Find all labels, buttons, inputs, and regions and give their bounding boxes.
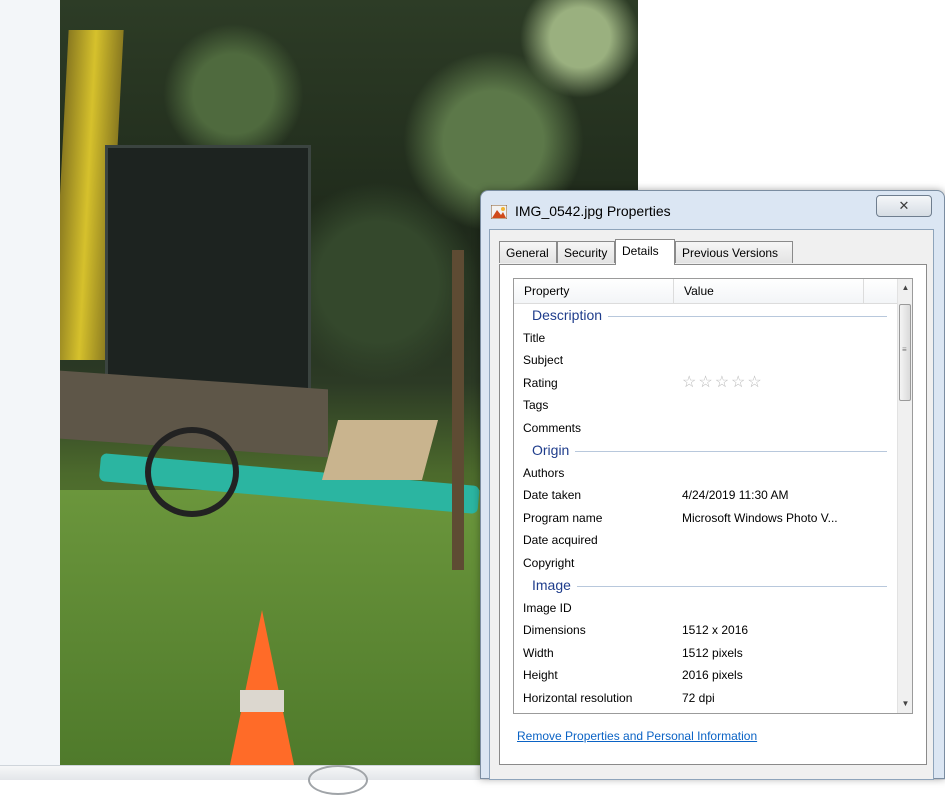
property-value: 4/24/2019 11:30 AM [682, 488, 789, 502]
property-name: Height [523, 668, 558, 682]
list-item[interactable]: Authors [514, 462, 897, 485]
list-item[interactable]: Subject [514, 349, 897, 372]
scroll-down-icon[interactable]: ▼ [898, 695, 912, 713]
property-name: Title [523, 330, 546, 345]
property-value: 1512 x 2016 [682, 623, 749, 637]
image-file-icon [491, 205, 507, 219]
tab-general[interactable]: General [499, 241, 557, 263]
property-name: Authors [523, 465, 565, 480]
list-item[interactable]: Program name Microsoft Windows Photo V..… [514, 507, 897, 530]
property-name: Date acquired [523, 533, 598, 547]
property-name: Dimensions [523, 623, 586, 637]
list-item[interactable]: Tags [514, 394, 897, 417]
property-value: 72 dpi [682, 690, 715, 705]
property-name: Subject [523, 353, 564, 367]
viewer-bottom-control[interactable] [308, 765, 368, 795]
list-header: Property Value [514, 279, 897, 304]
property-value: 1512 pixels [682, 645, 743, 660]
dialog-title: IMG_0542.jpg Properties [515, 203, 671, 219]
photo-excavator-cab [105, 145, 311, 391]
group-label: Image [532, 574, 577, 597]
rating-stars[interactable]: ☆☆☆☆☆ [682, 372, 764, 395]
tab-security[interactable]: Security [557, 241, 615, 263]
property-value: Microsoft Windows Photo V... [682, 510, 838, 525]
tab-details[interactable]: Details [615, 239, 675, 265]
property-name: Rating [523, 375, 558, 390]
group-label: Origin [532, 439, 576, 462]
group-divider [532, 586, 887, 587]
list-item[interactable]: Image ID [514, 597, 897, 620]
property-name: Image ID [523, 600, 572, 615]
group-description[interactable]: Description [514, 304, 897, 327]
photo-traffic-cone [230, 610, 294, 765]
list-item[interactable]: Date taken 4/24/2019 11:30 AM [514, 484, 897, 507]
list-item[interactable]: Rating ☆☆☆☆☆ [514, 372, 897, 395]
column-header-value[interactable]: Value [674, 279, 864, 303]
tab-previous-versions[interactable]: Previous Versions [675, 241, 793, 263]
dialog-titlebar: IMG_0542.jpg Properties ✕ [481, 191, 944, 229]
photo-boxes [321, 420, 439, 480]
property-name: Comments [523, 420, 582, 435]
grip-icon: ≡ [902, 345, 907, 354]
vertical-scrollbar[interactable]: ▲ ≡ ▼ [897, 279, 912, 713]
list-item[interactable]: Dimensions 1512 x 2016 [514, 619, 897, 642]
details-page: Property Value Description Title Subject… [499, 264, 927, 765]
close-button[interactable]: ✕ [876, 195, 932, 217]
list-item[interactable]: Comments [514, 417, 897, 440]
list-item[interactable]: Copyright [514, 552, 897, 575]
property-name: Horizontal resolution [523, 690, 633, 705]
list-item[interactable]: Width 1512 pixels [514, 642, 897, 665]
photo-pipe-roll [145, 427, 239, 517]
list-item[interactable]: Date acquired [514, 529, 897, 552]
properties-dialog: IMG_0542.jpg Properties ✕ General Securi… [480, 190, 945, 780]
property-name: Width [523, 645, 554, 660]
group-divider [532, 451, 887, 452]
property-rows: Description Title Subject Rating ☆☆☆☆☆ T… [514, 304, 897, 709]
properties-list[interactable]: Property Value Description Title Subject… [513, 278, 913, 714]
column-header-property[interactable]: Property [514, 279, 674, 303]
property-value: 2016 pixels [682, 668, 743, 682]
property-name: Program name [523, 510, 603, 525]
scrollbar-thumb[interactable]: ≡ [899, 304, 911, 401]
group-origin[interactable]: Origin [514, 439, 897, 462]
group-label: Description [532, 304, 609, 327]
property-name: Date taken [523, 488, 582, 502]
photo-post [452, 250, 464, 570]
list-item[interactable]: Horizontal resolution 72 dpi [514, 687, 897, 710]
group-image[interactable]: Image [514, 574, 897, 597]
scroll-up-icon[interactable]: ▲ [898, 279, 912, 297]
photo-cone-band [240, 690, 284, 712]
list-item[interactable]: Height 2016 pixels [514, 664, 897, 687]
list-item[interactable]: Title [514, 327, 897, 350]
property-name: Copyright [523, 555, 575, 570]
property-name: Tags [523, 398, 549, 412]
remove-properties-link[interactable]: Remove Properties and Personal Informati… [517, 729, 757, 743]
close-icon: ✕ [898, 198, 910, 213]
